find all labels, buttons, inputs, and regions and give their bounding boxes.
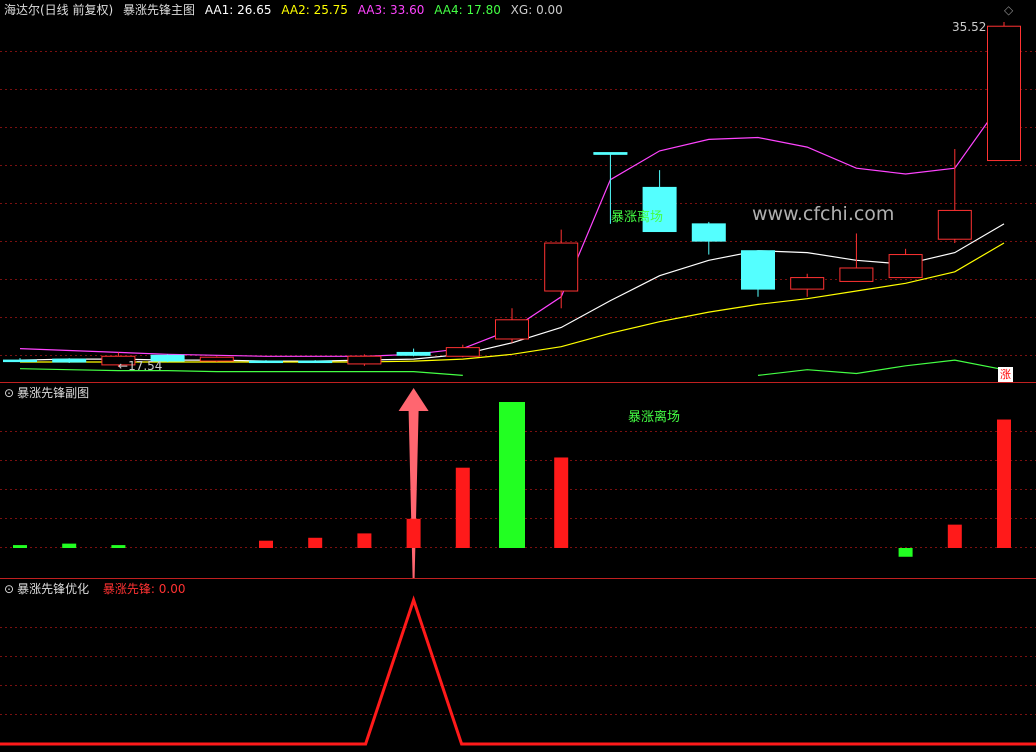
sub-bar [308,537,323,548]
opt-signal-line [0,595,1036,746]
sub-bar [947,524,962,548]
sub-bar [499,402,525,548]
sub-bar [259,540,273,548]
ma-line-aa4 [19,368,463,376]
indicator-name[interactable]: 暴涨先锋主图 [123,3,195,17]
xg-readout: XG: 0.00 [510,3,563,17]
aa2-readout: AA2: 25.75 [281,3,348,17]
high-price-label: 35.52 [952,20,987,34]
panel-toggle-icon[interactable]: ⊙ [4,386,14,400]
aa3-readout: AA3: 33.60 [357,3,425,17]
candle-body [249,360,283,364]
candle-body [937,209,972,240]
zhang-badge[interactable]: 涨 [998,367,1013,382]
candle-body [888,254,923,279]
sub-panel-title: 暴涨先锋副图 [17,386,90,400]
candle-body [741,250,775,290]
sub-bar [111,545,126,548]
candle-body [298,360,333,364]
sub-exit-label: 暴涨离场 [628,410,681,425]
candle-body [987,25,1021,162]
sub-bar [62,543,77,548]
sub-bar [357,533,372,548]
stock-title: 海达尔(日线 前复权) [4,3,114,17]
exit-signal-label: 暴涨离场 [611,210,664,225]
panel-settings-icon[interactable]: ◇ [1004,1,1013,19]
opt-indicator-readout: 暴涨先锋: 0.00 [102,582,186,596]
sub-bar [898,548,913,557]
aa4-readout: AA4: 17.80 [434,3,501,17]
sub-bar [455,467,470,548]
sub-bar [997,419,1011,548]
candle-body [3,359,37,363]
sub-panel-header[interactable]: ⊙ 暴涨先锋副图 [4,384,95,402]
ma-line-aa4 [757,359,1005,376]
grid-lines [0,51,1036,715]
sub-bar [406,518,421,548]
candle-body [199,356,234,362]
candle-body [839,267,874,282]
candle-body [544,242,579,292]
sub-bar [13,545,27,548]
panel-toggle-icon[interactable]: ⊙ [4,582,14,596]
candle-body [396,351,431,356]
candle-body [445,347,480,357]
candle-body [790,277,825,290]
stock-chart[interactable] [0,0,1036,752]
watermark: www.cfchi.com [752,203,895,225]
low-price-label: ←17.54 [118,359,163,373]
candle-body [495,319,529,340]
main-panel-header: 海达尔(日线 前复权) 暴涨先锋主图 AA1: 26.65 AA2: 25.75… [4,1,569,19]
opt-panel-header[interactable]: ⊙ 暴涨先锋优化 暴涨先锋: 0.00 [4,580,192,598]
candle-body [347,355,382,365]
candle-body [691,223,726,242]
sub-panel [13,388,1011,578]
aa1-readout: AA1: 26.65 [204,3,272,17]
opt-panel-title: 暴涨先锋优化 [17,582,90,596]
opt-panel [0,595,1036,746]
signal-arrow [398,388,429,578]
candle-body [52,358,87,363]
sub-bar [554,457,569,548]
main-panel [3,22,1021,376]
